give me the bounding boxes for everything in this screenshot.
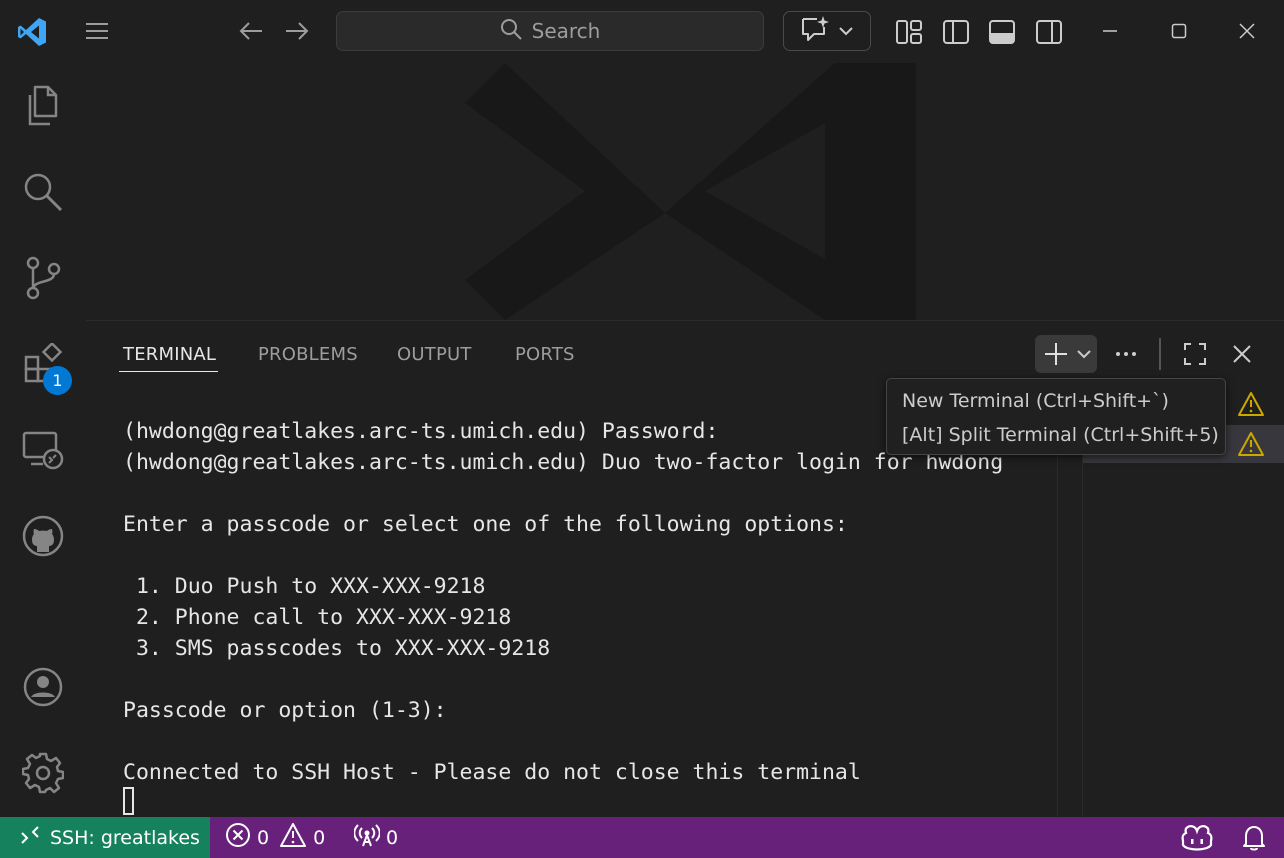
warning-icon bbox=[1237, 431, 1265, 461]
copilot-chat-button[interactable] bbox=[783, 11, 871, 51]
terminal-line: 2. Phone call to XXX-XXX-9218 bbox=[123, 605, 512, 630]
terminal-line: Connected to SSH Host - Please do not cl… bbox=[123, 760, 861, 785]
vscode-window: Search 1 TERMINAL PROBLEMS OUTPUT PORTS … bbox=[0, 0, 1284, 858]
minimize-icon[interactable] bbox=[1097, 16, 1123, 46]
forward-arrow-icon[interactable] bbox=[280, 16, 314, 46]
more-actions-icon[interactable] bbox=[1111, 338, 1141, 370]
remote-explorer-icon[interactable] bbox=[0, 407, 86, 493]
panel-tabs: TERMINAL PROBLEMS OUTPUT PORTS bbox=[86, 321, 1284, 385]
extensions-icon[interactable] bbox=[0, 321, 86, 407]
warning-icon bbox=[279, 822, 307, 853]
explorer-icon[interactable] bbox=[0, 63, 86, 149]
terminal-line: Passcode or option (1-3): bbox=[123, 698, 447, 723]
tab-ports[interactable]: PORTS bbox=[515, 344, 575, 365]
source-control-icon[interactable] bbox=[0, 235, 86, 321]
notifications-bell-icon[interactable] bbox=[1241, 817, 1267, 858]
terminal-line: 1. Duo Push to XXX-XXX-9218 bbox=[123, 574, 486, 599]
error-count: 0 bbox=[257, 826, 270, 849]
terminal-line: (hwdong@greatlakes.arc-ts.umich.edu) Pas… bbox=[123, 419, 719, 444]
remote-label: SSH: greatlakes bbox=[50, 826, 200, 849]
tab-output[interactable]: OUTPUT bbox=[397, 344, 472, 365]
error-icon bbox=[225, 822, 251, 853]
ports-indicator[interactable]: 0 bbox=[353, 817, 399, 858]
search-placeholder: Search bbox=[531, 19, 601, 43]
maximize-icon[interactable] bbox=[1166, 16, 1192, 46]
terminal-dropdown-chevron-icon[interactable] bbox=[1073, 338, 1095, 370]
broadcast-icon bbox=[353, 822, 381, 853]
status-bar: SSH: greatlakes 0 0 0 bbox=[0, 817, 1284, 858]
new-terminal-tooltip: New Terminal (Ctrl+Shift+`) [Alt] Split … bbox=[886, 378, 1226, 455]
manage-gear-icon[interactable] bbox=[0, 730, 86, 816]
title-bar: Search bbox=[0, 0, 1284, 63]
warning-icon bbox=[1237, 391, 1265, 421]
terminal-line: 3. SMS passcodes to XXX-XXX-9218 bbox=[123, 636, 551, 661]
github-icon[interactable] bbox=[0, 493, 86, 579]
toggle-panel-icon[interactable] bbox=[986, 16, 1018, 48]
activity-bar: 1 bbox=[0, 63, 86, 817]
tab-terminal[interactable]: TERMINAL bbox=[123, 344, 216, 365]
remote-indicator[interactable]: SSH: greatlakes bbox=[0, 817, 210, 858]
toggle-secondary-sidebar-icon[interactable] bbox=[1033, 16, 1065, 48]
vscode-logo bbox=[14, 14, 50, 50]
search-icon bbox=[500, 18, 522, 45]
ports-count: 0 bbox=[386, 826, 399, 849]
toggle-primary-sidebar-icon[interactable] bbox=[940, 16, 972, 48]
remote-icon bbox=[20, 825, 40, 850]
tooltip-new-terminal: New Terminal (Ctrl+Shift+`) bbox=[902, 390, 1169, 412]
terminal-line: (hwdong@greatlakes.arc-ts.umich.edu) Duo… bbox=[123, 450, 1004, 475]
close-panel-icon[interactable] bbox=[1227, 338, 1257, 370]
close-icon[interactable] bbox=[1234, 16, 1260, 46]
problems-indicator[interactable]: 0 0 bbox=[225, 817, 325, 858]
active-tab-underline bbox=[119, 371, 218, 372]
copilot-icon[interactable] bbox=[1180, 817, 1214, 858]
search-icon[interactable] bbox=[0, 149, 86, 235]
terminal-cursor bbox=[123, 787, 134, 815]
back-arrow-icon[interactable] bbox=[234, 16, 268, 46]
tooltip-split-terminal: [Alt] Split Terminal (Ctrl+Shift+5) bbox=[902, 424, 1219, 446]
search-box[interactable]: Search bbox=[336, 11, 764, 51]
maximize-panel-icon[interactable] bbox=[1180, 338, 1210, 370]
editor-area bbox=[86, 63, 1284, 320]
copilot-chat-icon bbox=[800, 15, 830, 47]
actions-separator bbox=[1159, 338, 1161, 370]
extensions-badge: 1 bbox=[43, 366, 72, 395]
customize-layout-icon[interactable] bbox=[893, 16, 925, 48]
vscode-watermark-logo bbox=[465, 63, 916, 324]
accounts-icon[interactable] bbox=[0, 644, 86, 730]
tab-problems[interactable]: PROBLEMS bbox=[258, 344, 358, 365]
terminal-line: Enter a passcode or select one of the fo… bbox=[123, 512, 848, 537]
menu-icon[interactable] bbox=[82, 16, 112, 46]
chevron-down-icon[interactable] bbox=[838, 22, 854, 41]
warning-count: 0 bbox=[313, 826, 326, 849]
new-terminal-plus-icon[interactable] bbox=[1041, 338, 1071, 370]
